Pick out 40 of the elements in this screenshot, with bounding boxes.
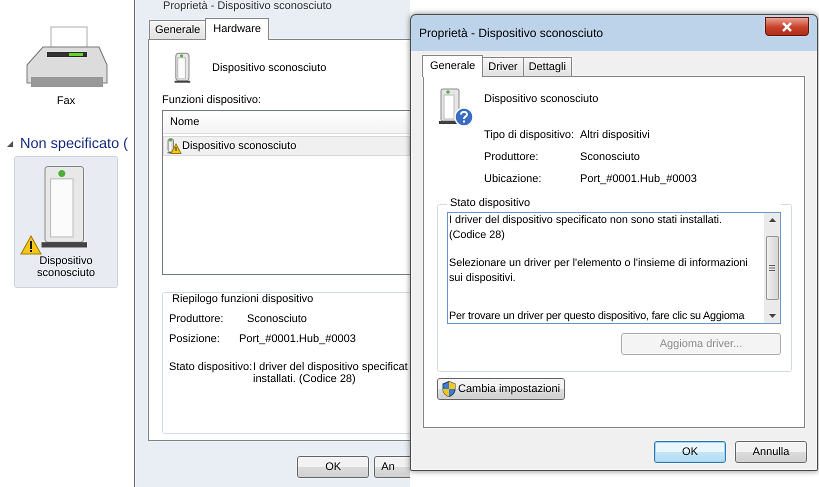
dialog-button[interactable]: OK	[654, 441, 726, 463]
window-title: Proprietà - Dispositivo sconosciuto	[163, 0, 332, 13]
file-label: Fax	[56, 95, 76, 107]
group-title: Stato dispositivo	[447, 197, 781, 209]
field-value: I driver del dispositivo specificat	[253, 361, 408, 373]
field-value: installati. (Codice 28)	[253, 373, 357, 385]
status-paragraph: Selezionare un driver per l'elemento o l'insieme di informazioni sui dispositivi.	[449, 256, 749, 286]
field-value: Sconosciuto	[247, 313, 307, 325]
status-paragraph: Per trovare un driver per questo dispositivo, fare clic su Aggioma	[449, 309, 746, 323]
field-value: Port_#0001.Hub_#0003	[239, 333, 356, 345]
field-label: Produttore:	[169, 313, 224, 325]
field-label: Stato dispositivo:	[169, 361, 253, 375]
file-item[interactable]: Dispositivo sconosciuto	[14, 156, 118, 288]
tab[interactable]: Hardware	[205, 18, 269, 40]
dialog-button[interactable]: OK	[297, 456, 370, 478]
field-value: Sconosciuto	[580, 151, 641, 163]
device-name: Dispositivo sconosciuto	[484, 93, 598, 105]
section-label: Funzioni dispositivo:	[162, 94, 262, 106]
file-label: Dispositivo sconosciuto	[36, 255, 96, 279]
field-label: Ubicazione:	[484, 173, 542, 185]
row-text: Dispositivo sconosciuto	[182, 140, 296, 152]
dialog-button[interactable]: An	[374, 456, 410, 478]
device-name: Dispositivo sconosciuto	[212, 62, 326, 74]
tab[interactable]: Generale	[149, 20, 206, 39]
field-label: Posizione:	[169, 333, 221, 345]
column-header[interactable]: Nome	[163, 111, 410, 133]
tab[interactable]: Dettagli	[522, 57, 572, 76]
field-label: Tipo di dispositivo:	[484, 129, 576, 141]
field-label: Produttore:	[484, 151, 540, 163]
dialog-button[interactable]: Annulla	[735, 441, 807, 463]
tab[interactable]: Generale	[422, 55, 484, 77]
status-paragraph: I driver del dispositivo specificato non sono stati installati. (Codice 28)	[449, 213, 724, 243]
field-value: Altri dispositivi	[580, 129, 651, 141]
tab[interactable]: Driver	[482, 57, 524, 76]
field-value: Port_#0001.Hub_#0003	[580, 173, 698, 185]
list-row[interactable]: Dispositivo sconosciuto	[163, 136, 410, 156]
window-title: Proprietà - Dispositivo sconosciuto	[419, 26, 604, 40]
change-settings-button[interactable]: Cambia impostazioni	[437, 378, 566, 400]
file-item[interactable]: Fax	[14, 22, 118, 110]
group-header[interactable]: Non specificato (	[20, 136, 128, 152]
